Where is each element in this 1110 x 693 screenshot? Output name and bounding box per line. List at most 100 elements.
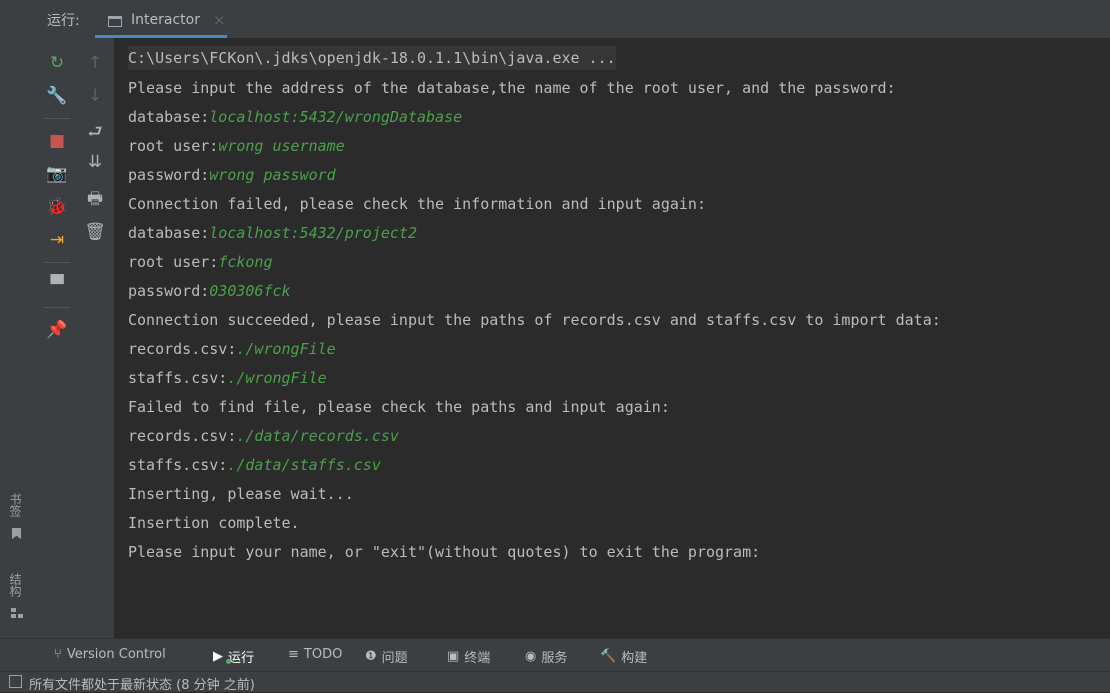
tab-version-control[interactable]: ⑂ Version Control (54, 647, 166, 662)
rerun-icon: ↻ (49, 52, 65, 73)
side-tab-bookmarks[interactable]: 书签 (7, 493, 24, 517)
toolbar-right-1[interactable]: ↓ (84, 85, 106, 107)
status-text: 所有文件都处于最新状态 (8 分钟 之前) (29, 678, 255, 693)
toolbar-left-3[interactable]: 📷 (46, 163, 68, 185)
console-text: Inserting, please wait... (128, 485, 354, 503)
down-arrow-icon: ↓ (87, 85, 103, 106)
console-line: Connection succeeded, please input the p… (128, 308, 941, 332)
tab-problems[interactable]: ❶ 问题 (365, 647, 408, 666)
console-text: Please input the address of the database… (128, 79, 896, 97)
stop-icon: ■ (48, 130, 66, 151)
tab-build[interactable]: 🔨 构建 (600, 647, 647, 666)
console-user-input: 030306fck (209, 282, 291, 300)
console-text: password: (128, 282, 210, 300)
console-text: Connection failed, please check the info… (128, 195, 706, 213)
up-arrow-icon: ↑ (87, 52, 103, 73)
divider (44, 262, 70, 263)
toolbar-left-5[interactable]: ⇥ (46, 229, 68, 251)
console-user-input: localhost:5432/project2 (209, 224, 417, 242)
print-icon: 🖶 (86, 188, 104, 209)
console-text: C:\Users\FCKon\.jdks\openjdk-18.0.1.1\bi… (128, 49, 616, 67)
console-text: Please input your name, or "exit"(withou… (128, 543, 761, 561)
run-tool-window-header: 运行: Interactor × (0, 0, 1110, 39)
terminal-icon: ▣ (447, 649, 460, 664)
console-line: password:wrong password (128, 163, 336, 187)
console-user-input: ./wrongFile (227, 369, 327, 387)
toolbar-right-5[interactable]: 🗑 (84, 221, 106, 243)
tab-label: 问题 (381, 651, 408, 666)
version-control-icon: ⑂ (54, 647, 62, 662)
tab-label: 构建 (621, 651, 648, 666)
toolbar-left-1[interactable]: 🔧 (46, 85, 68, 107)
console-text: database: (128, 108, 210, 126)
side-tab-structure[interactable]: 结构 (7, 573, 24, 597)
console-line: Connection failed, please check the info… (128, 192, 706, 216)
console-user-input: ./data/staffs.csv (227, 456, 381, 474)
tool-window-bar: ⑂ Version Control ▶ 运行 ≡ TODO ❶ 问题 ▣ 终端 ◉ 服务 🔨… (0, 638, 1110, 671)
console-line: Insertion complete. (128, 511, 300, 535)
console-text: staffs.csv: (128, 369, 228, 387)
toolbar-right-2[interactable]: ⮐ (84, 121, 106, 143)
tab-interactor[interactable]: Interactor × (95, 8, 227, 38)
console-text: root user: (128, 137, 219, 155)
tab-todo[interactable]: ≡ TODO (288, 647, 342, 662)
console-user-input: ./wrongFile (236, 340, 336, 358)
info-icon: ❶ (365, 649, 377, 664)
services-icon: ◉ (525, 649, 537, 664)
console-text: staffs.csv: (128, 456, 228, 474)
console-line: Please input your name, or "exit"(withou… (128, 540, 760, 564)
trash-icon: 🗑 (84, 221, 106, 242)
wrench-icon: 🔧 (46, 85, 68, 106)
tab-label: 运行 (228, 651, 255, 666)
camera-icon: 📷 (46, 163, 68, 184)
tab-services[interactable]: ◉ 服务 (525, 647, 567, 666)
toolbar-right-3[interactable]: ⇊ (84, 151, 106, 173)
active-tab-indicator (226, 659, 231, 664)
console-line: Please input the address of the database… (128, 76, 896, 100)
console-text: Connection succeeded, please input the p… (128, 311, 941, 329)
bookmark-icon (12, 528, 21, 539)
close-icon[interactable]: × (213, 11, 226, 29)
console-user-input: ./data/records.csv (236, 427, 399, 445)
tab-label: Version Control (66, 647, 166, 662)
tab-label: 服务 (541, 651, 568, 666)
console-user-input: localhost:5432/wrongDatabase (209, 108, 463, 126)
run-toolbar-primary: ↻ 🔧 ■ 📷 🐞 ⇥ ▀ 📌 (38, 38, 76, 638)
soft-wrap-icon: ⮐ (87, 121, 103, 142)
console-user-input: fckong (218, 253, 273, 271)
status-bar: 所有文件都处于最新状态 (8 分钟 之前) (0, 671, 1110, 693)
console-line: C:\Users\FCKon\.jdks\openjdk-18.0.1.1\bi… (128, 46, 616, 70)
toolbar-right-4[interactable]: 🖶 (84, 188, 106, 210)
left-side-strip: 书签 结构 (0, 38, 39, 638)
tab-terminal[interactable]: ▣ 终端 (447, 647, 490, 666)
console-text: Failed to find file, please check the pa… (128, 398, 670, 416)
list-icon: ≡ (288, 647, 299, 662)
tab-label: 终端 (464, 651, 491, 666)
tool-windows-toggle-icon[interactable] (9, 675, 22, 688)
toolbar-left-4[interactable]: 🐞 (46, 196, 68, 218)
console-output[interactable]: C:\Users\FCKon\.jdks\openjdk-18.0.1.1\bi… (114, 38, 1110, 638)
console-text: database: (128, 224, 210, 242)
divider (44, 307, 70, 308)
toolbar-left-2[interactable]: ■ (46, 130, 68, 152)
console-line: database:localhost:5432/wrongDatabase (128, 105, 462, 129)
console-user-input: wrong password (209, 166, 336, 184)
console-line: staffs.csv:./wrongFile (128, 366, 327, 390)
toolbar-left-7[interactable]: 📌 (46, 319, 68, 341)
toolbar-left-6[interactable]: ▀ (46, 274, 68, 296)
exit-icon: ⇥ (49, 229, 65, 250)
console-line: records.csv:./data/records.csv (128, 424, 399, 448)
console-text: root user: (128, 253, 219, 271)
layout-icon: ▀ (50, 274, 64, 295)
console-user-input: wrong username (218, 137, 345, 155)
toolbar-right-0[interactable]: ↑ (84, 52, 106, 74)
pin-icon: 📌 (46, 319, 68, 340)
toolbar-left-0[interactable]: ↻ (46, 52, 68, 74)
console-line: database:localhost:5432/project2 (128, 221, 417, 245)
console-text: password: (128, 166, 210, 184)
console-line: records.csv:./wrongFile (128, 337, 336, 361)
tab-run[interactable]: ▶ 运行 (213, 647, 254, 666)
console-line: Inserting, please wait... (128, 482, 354, 506)
console-text: Insertion complete. (128, 514, 300, 532)
divider (44, 118, 70, 119)
